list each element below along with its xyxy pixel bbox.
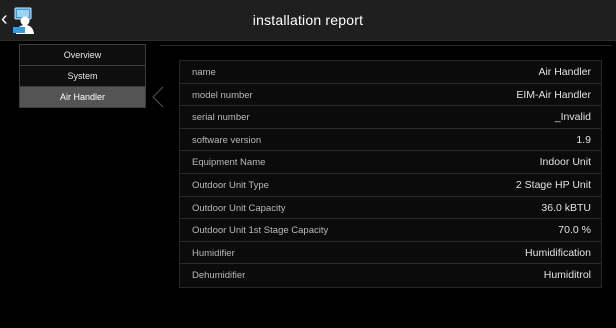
- row-label: Humidifier: [192, 247, 235, 259]
- table-row: Outdoor Unit Capacity 36.0 kBTU: [180, 197, 601, 220]
- row-label: Dehumidifier: [192, 270, 246, 282]
- row-value: 2 Stage HP Unit: [515, 178, 591, 191]
- table-row: model number EIM-Air Handler: [180, 84, 601, 107]
- row-value: 1.9: [576, 133, 591, 146]
- row-value: EIM-Air Handler: [516, 88, 591, 101]
- table-row: Outdoor Unit 1st Stage Capacity 70.0 %: [180, 219, 601, 242]
- table-row: Dehumidifier Humiditrol: [180, 264, 601, 287]
- row-label: Outdoor Unit Type: [192, 179, 269, 191]
- sidebar: Overview System Air Handler: [19, 44, 146, 108]
- row-label: Equipment Name: [192, 157, 266, 169]
- row-value: Indoor Unit: [539, 156, 591, 169]
- row-value: Air Handler: [538, 66, 591, 78]
- row-value: 70.0 %: [558, 224, 591, 237]
- selection-chevron-icon: [152, 86, 164, 108]
- header-bar: ‹ installation report: [0, 0, 616, 41]
- page-title: installation report: [252, 12, 364, 28]
- row-label: Outdoor Unit 1st Stage Capacity: [192, 225, 329, 237]
- row-value: _Invalid: [554, 111, 591, 124]
- row-label: name: [192, 67, 216, 78]
- sidebar-item-overview[interactable]: Overview: [20, 45, 146, 66]
- sidebar-item-air-handler[interactable]: Air Handler: [20, 87, 146, 108]
- table-row: Outdoor Unit Type 2 Stage HP Unit: [180, 174, 601, 197]
- row-value: Humidification: [525, 246, 591, 259]
- row-label: model number: [192, 89, 253, 101]
- table-row: Humidifier Humidification: [180, 242, 601, 265]
- row-label: Outdoor Unit Capacity: [192, 202, 286, 214]
- details-table: name Air Handler model number EIM-Air Ha…: [179, 60, 602, 288]
- table-row: serial number _Invalid: [180, 106, 601, 129]
- row-label: serial number: [192, 112, 250, 124]
- row-label: software version: [192, 134, 262, 146]
- row-value: 36.0 kBTU: [541, 201, 591, 214]
- table-row: name Air Handler: [180, 61, 601, 84]
- table-row: Equipment Name Indoor Unit: [180, 151, 601, 174]
- table-row: software version 1.9: [180, 129, 601, 152]
- row-value: Humiditrol: [543, 269, 591, 282]
- divider: [160, 45, 612, 46]
- sidebar-item-system[interactable]: System: [20, 66, 146, 87]
